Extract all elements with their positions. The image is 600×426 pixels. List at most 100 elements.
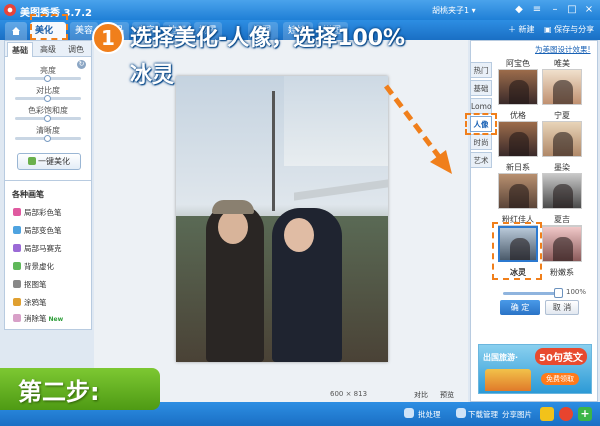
confirm-button[interactable]: 确 定: [500, 300, 540, 315]
category-art[interactable]: 艺术: [470, 152, 492, 168]
download-manager-button[interactable]: 下载管理: [468, 409, 498, 420]
effect-label: 粉嫩系: [550, 268, 574, 277]
user-menu[interactable]: 胡桃夹子1 ▾: [432, 5, 476, 16]
cancel-button[interactable]: 取 消: [545, 300, 579, 315]
ad-banner[interactable]: 出国旅游· 50句英文 免费领取: [478, 344, 592, 394]
ad-headline: 50句英文: [535, 348, 587, 365]
effect-strength-knob[interactable]: [554, 288, 563, 298]
effect-label: 墨染: [554, 163, 570, 172]
design-effect-link[interactable]: 为美图设计效果!: [535, 44, 591, 55]
cap: [212, 200, 254, 214]
app-logo-icon: [4, 4, 16, 16]
tab-basic[interactable]: 基础: [7, 42, 33, 57]
brush-label: 局部彩色笔: [24, 208, 62, 217]
batch-icon: [404, 408, 414, 418]
brush-local-color[interactable]: 局部彩色笔: [13, 207, 62, 218]
download-icon: [456, 408, 466, 418]
brush-doodle[interactable]: 涂鸦笔: [13, 297, 47, 308]
step-number-badge: 1: [92, 22, 124, 54]
effect-label: 唯美: [554, 59, 570, 68]
brush-mosaic[interactable]: 局部马赛克: [13, 243, 62, 254]
saturation-slider[interactable]: [15, 115, 81, 122]
ad-cta: 免费领取: [541, 373, 579, 385]
highlight-bingling-effect: [492, 222, 542, 280]
landmark-graphic: [485, 369, 531, 391]
step-badge: 第二步:: [0, 368, 160, 410]
category-basic[interactable]: 基础: [470, 80, 492, 96]
maximize-icon[interactable]: □: [565, 3, 579, 16]
minimize-icon[interactable]: –: [548, 3, 562, 16]
home-icon: [12, 27, 20, 35]
lamp-post: [272, 91, 275, 211]
brush-background-blur[interactable]: 背景虚化: [13, 261, 54, 272]
sharpness-knob[interactable]: [44, 135, 51, 142]
photo-canvas[interactable]: [176, 76, 388, 362]
title-bar: 美图秀秀 3.7.2 胡桃夹子1 ▾ ◆ ≡ – □ ×: [0, 0, 600, 20]
save-share-button[interactable]: ▣ 保存与分享: [544, 24, 594, 35]
preview-button[interactable]: 预览: [440, 390, 454, 400]
step-badge-text: 第二步:: [18, 378, 100, 406]
one-key-label: 一键美化: [38, 157, 70, 166]
adjust-tabs: 基础 高级 调色: [5, 41, 91, 57]
instruction-text-continued: 冰灵: [130, 63, 175, 88]
share-image-button[interactable]: 分享图片: [502, 409, 532, 420]
category-lomo[interactable]: Lomo: [470, 98, 492, 114]
brush-panel: 各种画笔 局部彩色笔 局部变色笔 局部马赛克 背景虚化 抠图笔 涂鸦笔 消除笔 N…: [4, 180, 92, 330]
contrast-slider[interactable]: [15, 95, 81, 102]
recolor-brush-icon: [13, 226, 21, 234]
effect-strength-value: 100%: [566, 288, 587, 296]
effect-thumbnail: [498, 121, 538, 157]
brightness-knob[interactable]: [44, 75, 51, 82]
brush-label: 抠图笔: [24, 280, 47, 289]
brush-label: 消除笔: [24, 314, 47, 323]
effect-thumbnail: [498, 173, 538, 209]
highlight-portrait-category: [465, 113, 497, 135]
effect-fennen[interactable]: 粉嫩系: [542, 222, 582, 278]
bridge: [294, 179, 388, 201]
effect-label: 宁夏: [554, 111, 570, 120]
brush-label: 局部马赛克: [24, 244, 62, 253]
compare-button[interactable]: 对比: [414, 390, 428, 400]
contrast-knob[interactable]: [44, 95, 51, 102]
batch-button[interactable]: 批处理: [418, 409, 441, 420]
brush-cutout[interactable]: 抠图笔: [13, 279, 47, 290]
effect-thumbnail: [542, 69, 582, 105]
mosaic-icon: [13, 244, 21, 252]
tab-advanced[interactable]: 高级: [35, 42, 61, 57]
sharpness-slider[interactable]: [15, 135, 81, 142]
eraser-icon: [13, 314, 21, 322]
star-icon[interactable]: [540, 407, 554, 421]
menu-icon[interactable]: ≡: [530, 3, 544, 16]
blur-icon: [13, 262, 21, 270]
brush-local-recolor[interactable]: 局部变色笔: [13, 225, 62, 236]
one-key-beautify-button[interactable]: 一键美化: [17, 153, 81, 170]
effect-thumbnail: [542, 121, 582, 157]
new-label: 新建: [518, 25, 535, 34]
brush-eraser[interactable]: 消除笔 New: [13, 313, 63, 324]
effect-thumbnail: [498, 69, 538, 105]
close-icon[interactable]: ×: [582, 3, 596, 16]
weibo-icon[interactable]: [559, 407, 573, 421]
effect-thumbnail: [542, 173, 582, 209]
skin-icon[interactable]: ◆: [512, 3, 526, 16]
instruction-text: 选择美化-人像，选择100%: [130, 26, 406, 51]
brightness-slider[interactable]: [15, 75, 81, 82]
new-button[interactable]: ＋ 新建: [508, 24, 535, 35]
save-share-label: 保存与分享: [554, 25, 595, 34]
ad-text: 出国旅游·: [483, 353, 519, 362]
cutout-icon: [13, 280, 21, 288]
highlight-beautify-tab: [30, 14, 68, 40]
tab-home[interactable]: [5, 22, 27, 40]
saturation-knob[interactable]: [44, 115, 51, 122]
image-size-text: 600 × 813: [330, 390, 368, 398]
brush-title: 各种画笔: [12, 190, 44, 199]
brush-label: 局部变色笔: [24, 226, 62, 235]
magic-icon: [28, 157, 36, 165]
add-icon[interactable]: +: [578, 407, 592, 421]
category-fashion[interactable]: 时尚: [470, 134, 492, 150]
tab-color[interactable]: 调色: [63, 42, 89, 57]
category-hot[interactable]: 热门: [470, 62, 492, 78]
new-badge: New: [48, 316, 64, 323]
pencil-icon: [13, 298, 21, 306]
pointer-arrow: [384, 84, 452, 174]
